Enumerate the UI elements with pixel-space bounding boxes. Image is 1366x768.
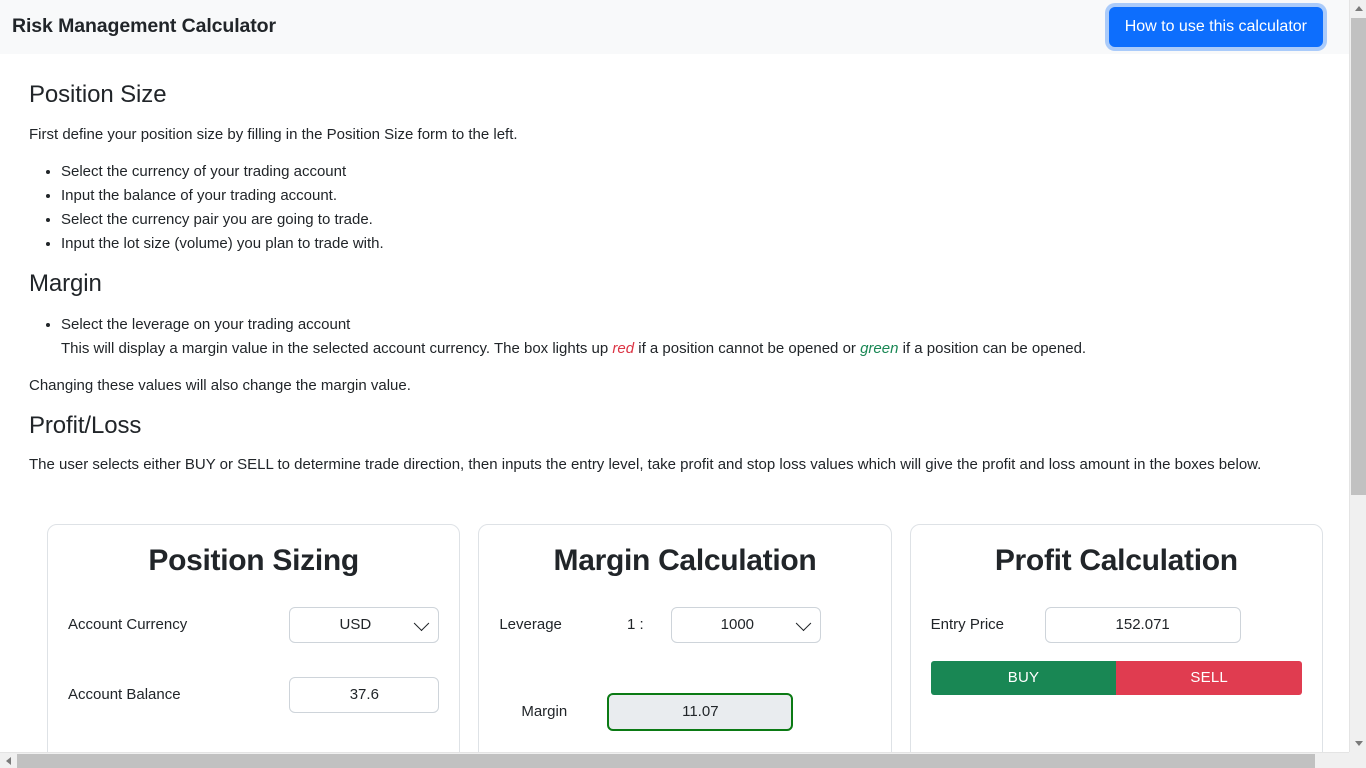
margin-bullet-main: Select the leverage on your trading acco… — [61, 316, 351, 334]
list-item: Select the currency of your trading acco… — [61, 160, 1319, 184]
sell-button[interactable]: SELL — [1116, 660, 1302, 695]
vertical-scrollbar-thumb[interactable] — [1351, 18, 1366, 495]
scrollbar-corner — [1349, 752, 1366, 768]
position-sizing-card-title: Position Sizing — [148, 543, 359, 577]
margin-heading: Margin — [29, 270, 102, 298]
list-item: Select the leverage on your trading acco… — [61, 313, 1319, 361]
chevron-down-icon — [414, 615, 430, 632]
calculator-cards-row: Position Sizing Account Currency USD Acc… — [0, 523, 1349, 752]
browser-viewport: Risk Management Calculator How to use th… — [0, 0, 1366, 768]
margin-calculation-card: Margin Calculation Leverage 1 : 1000 Mar… — [478, 523, 892, 752]
margin-value-output: 11.07 — [607, 692, 794, 731]
vertical-scrollbar[interactable] — [1349, 0, 1366, 752]
page-title: Risk Management Calculator — [12, 15, 276, 38]
margin-sub-text-3: if a position can be opened. — [898, 340, 1087, 358]
margin-bullet-sub: This will display a margin value in the … — [61, 337, 1319, 361]
profit-calculation-card: Profit Calculation Entry Price 152.071 B… — [909, 523, 1323, 752]
leverage-ratio-label: 1 : — [626, 616, 644, 634]
margin-bullet-list: Select the leverage on your trading acco… — [29, 313, 1319, 361]
leverage-value: 1000 — [720, 616, 755, 634]
entry-price-row: Entry Price 152.071 — [930, 606, 1302, 643]
horizontal-scrollbar[interactable] — [0, 752, 1366, 768]
margin-red-word: red — [612, 340, 635, 358]
position-sizing-card: Position Sizing Account Currency USD Acc… — [47, 523, 461, 752]
profit-loss-body: The user selects either BUY or SELL to d… — [29, 456, 1262, 474]
margin-note: Changing these values will also change t… — [29, 377, 411, 395]
profit-loss-heading: Profit/Loss — [29, 411, 142, 439]
chevron-down-icon — [796, 615, 812, 632]
scroll-left-button[interactable] — [0, 753, 16, 768]
scroll-down-button[interactable] — [1350, 735, 1366, 752]
margin-green-word: green — [860, 340, 899, 358]
list-item: Input the balance of your trading accoun… — [61, 184, 1319, 208]
account-currency-row: Account Currency USD — [68, 606, 440, 643]
leverage-select[interactable]: 1000 — [671, 606, 822, 643]
how-to-use-calculator-button[interactable]: How to use this calculator — [1108, 6, 1323, 48]
account-currency-label: Account Currency — [68, 616, 188, 634]
trade-direction-toggle: BUY SELL — [930, 660, 1302, 695]
margin-sub-text-1: This will display a margin value in the … — [61, 340, 613, 358]
arrow-up-icon — [1354, 6, 1363, 11]
leverage-row: Leverage 1 : 1000 — [499, 606, 870, 643]
margin-result-row: Margin 11.07 — [499, 692, 870, 731]
arrow-down-icon — [1354, 741, 1363, 746]
position-size-bullet-list: Select the currency of your trading acco… — [29, 160, 1319, 256]
scroll-up-button[interactable] — [1350, 0, 1366, 17]
margin-label: Margin — [521, 703, 568, 721]
buy-button[interactable]: BUY — [930, 660, 1117, 695]
instructions-content: Position Size First define your position… — [0, 54, 1349, 477]
account-balance-label: Account Balance — [68, 686, 181, 704]
position-size-heading: Position Size — [29, 81, 167, 108]
margin-calculation-card-title: Margin Calculation — [553, 543, 817, 577]
page-content: Risk Management Calculator How to use th… — [0, 0, 1349, 752]
profit-calculation-card-title: Profit Calculation — [994, 543, 1238, 577]
list-item: Input the lot size (volume) you plan to … — [61, 232, 1319, 256]
margin-sub-text-2: if a position cannot be opened or — [634, 340, 861, 358]
account-currency-value: USD — [339, 616, 372, 634]
account-balance-input[interactable]: 37.6 — [289, 676, 440, 713]
list-item: Select the currency pair you are going t… — [61, 208, 1319, 232]
entry-price-input[interactable]: 152.071 — [1044, 606, 1241, 643]
account-currency-select[interactable]: USD — [289, 606, 440, 643]
entry-price-label: Entry Price — [930, 616, 1005, 634]
position-size-intro: First define your position size by filli… — [29, 125, 518, 143]
account-balance-row: Account Balance 37.6 — [68, 676, 440, 713]
app-header: Risk Management Calculator How to use th… — [0, 0, 1349, 54]
leverage-label: Leverage — [499, 616, 562, 634]
horizontal-scrollbar-thumb[interactable] — [17, 754, 1315, 768]
arrow-left-icon — [5, 756, 11, 765]
